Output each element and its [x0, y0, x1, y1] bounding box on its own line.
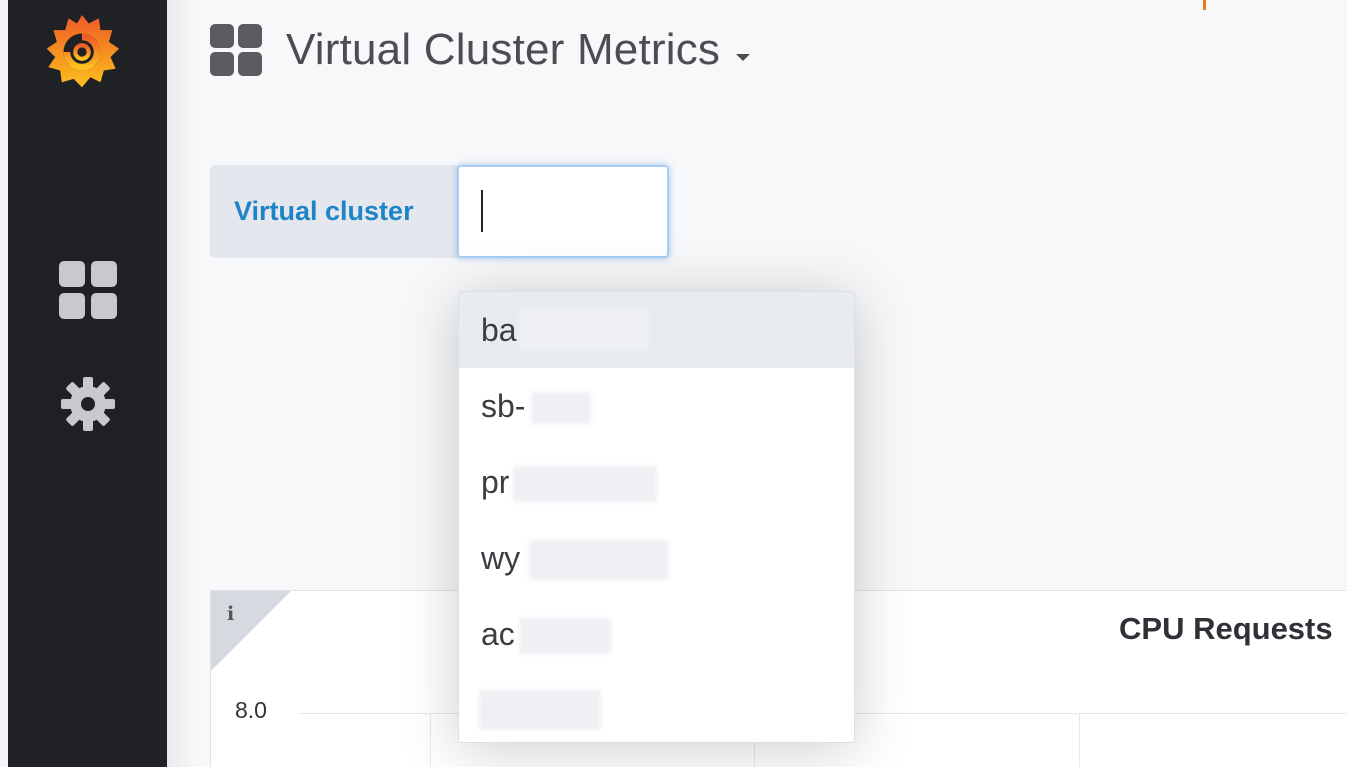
dropdown-option-label: wy — [481, 539, 521, 576]
dropdown-option[interactable]: ns — [459, 672, 854, 742]
grafana-page: Virtual Cluster Metrics Virtual cluster … — [0, 0, 1347, 767]
gridline — [1079, 713, 1080, 767]
panel-title[interactable]: CPU Requests — [1119, 611, 1333, 647]
redacted-text — [479, 690, 601, 730]
dropdown-option-label: pr — [481, 463, 510, 500]
dropdown-option[interactable]: sb- — [459, 368, 854, 444]
dropdown-option-label: ac — [481, 615, 515, 652]
redacted-text — [519, 618, 611, 654]
sidebar-dashboards-button[interactable] — [56, 258, 120, 322]
dashboard-title-picker[interactable]: Virtual Cluster Metrics — [210, 20, 751, 80]
virtual-cluster-dropdown: ba st sb- pr wy ac ns — [458, 291, 855, 743]
y-axis-tick-label: 8.0 — [235, 697, 267, 723]
grafana-logo[interactable] — [40, 10, 124, 94]
dashboards-icon — [59, 261, 117, 319]
redacted-text — [513, 466, 657, 502]
dropdown-option[interactable]: wy — [459, 520, 854, 596]
dropdown-option-label: sb- — [481, 387, 526, 424]
dropdown-option[interactable]: ac — [459, 596, 854, 672]
dropdown-option[interactable]: pr — [459, 444, 854, 520]
sidebar-edge — [0, 0, 8, 767]
dropdown-option[interactable]: ba st — [459, 292, 854, 368]
sidebar — [0, 0, 167, 767]
info-icon[interactable]: i — [227, 603, 234, 625]
gridline — [430, 713, 431, 767]
redacted-text — [519, 310, 649, 350]
redacted-text — [529, 540, 669, 580]
dashboard-grid-icon — [210, 24, 262, 76]
top-accent-line — [1203, 0, 1206, 10]
caret-down-icon — [736, 53, 751, 61]
sidebar-shadow — [167, 0, 197, 767]
redacted-text — [531, 392, 591, 424]
variable-label: Virtual cluster — [210, 165, 458, 258]
panel-info-corner — [211, 591, 291, 671]
page-title: Virtual Cluster Metrics — [286, 25, 721, 74]
text-cursor — [481, 190, 483, 232]
sidebar-settings-button[interactable] — [56, 372, 120, 436]
gear-icon — [61, 377, 115, 431]
virtual-cluster-input[interactable] — [457, 165, 669, 258]
